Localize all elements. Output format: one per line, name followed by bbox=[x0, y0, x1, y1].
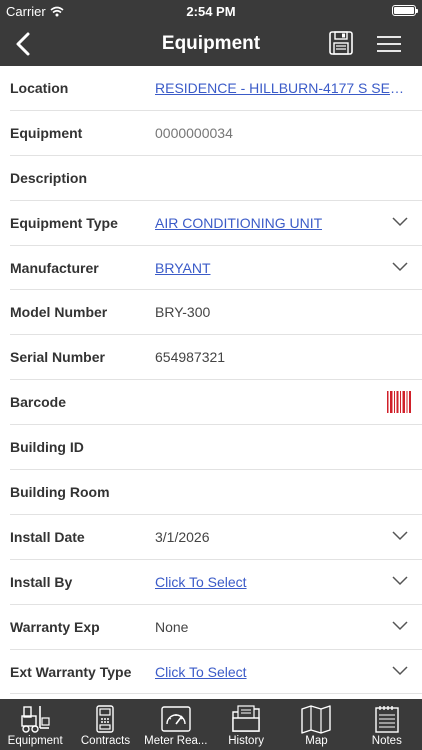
page-title: Equipment bbox=[161, 33, 261, 54]
tab-equipment[interactable]: Equipment bbox=[0, 699, 70, 750]
tab-meter-readings[interactable]: Meter Rea... bbox=[141, 699, 211, 750]
install-date-value[interactable]: 3/1/2026 bbox=[155, 529, 210, 545]
field-label: Building ID bbox=[10, 439, 84, 456]
tab-label: Meter Rea... bbox=[144, 735, 208, 747]
install-by-link[interactable]: Click To Select bbox=[155, 574, 247, 590]
tab-label: History bbox=[228, 735, 265, 747]
warranty-exp-value[interactable]: None bbox=[155, 619, 188, 635]
status-bar: Carrier 2:54 PM bbox=[0, 0, 422, 22]
map-icon bbox=[301, 705, 332, 734]
chevron-down-icon[interactable] bbox=[392, 261, 408, 273]
field-row-equipment-type[interactable]: Equipment Type AIR CONDITIONING UNIT bbox=[10, 201, 422, 246]
tab-contracts[interactable]: Contracts bbox=[70, 699, 140, 750]
battery-icon bbox=[392, 5, 418, 16]
field-row-description[interactable]: Description bbox=[10, 156, 422, 201]
field-row-building-id[interactable]: Building ID bbox=[10, 425, 422, 471]
field-row-manufacturer[interactable]: Manufacturer BRYANT bbox=[10, 246, 422, 291]
meter-gauge-icon bbox=[161, 706, 191, 732]
tab-history[interactable]: History bbox=[211, 699, 281, 750]
ext-warranty-type-link[interactable]: Click To Select bbox=[155, 664, 247, 680]
tab-label: Equipment bbox=[7, 735, 63, 747]
field-row-install-by[interactable]: Install By Click To Select bbox=[10, 560, 422, 605]
field-row-warranty-exp[interactable]: Warranty Exp None bbox=[10, 605, 422, 650]
chevron-down-icon[interactable] bbox=[392, 575, 408, 587]
field-row-install-date[interactable]: Install Date 3/1/2026 bbox=[10, 515, 422, 560]
tab-label: Notes bbox=[371, 735, 402, 747]
field-label: Barcode bbox=[10, 394, 67, 411]
chevron-down-icon[interactable] bbox=[392, 530, 408, 542]
chevron-down-icon[interactable] bbox=[392, 620, 408, 632]
field-row-building-room[interactable]: Building Room bbox=[10, 470, 422, 515]
chevron-down-icon[interactable] bbox=[392, 216, 408, 228]
field-label: Manufacturer bbox=[10, 259, 99, 276]
equipment-field-list: Location RESIDENCE - HILLBURN-4177 S SEC… bbox=[0, 66, 422, 699]
notepad-icon bbox=[375, 706, 399, 733]
tab-notes[interactable]: Notes bbox=[352, 699, 422, 750]
chevron-down-icon[interactable] bbox=[392, 665, 408, 677]
tab-bar: Equipment Contracts Meter Rea... History… bbox=[0, 699, 422, 750]
contract-machine-icon bbox=[96, 705, 115, 733]
field-label: Description bbox=[10, 169, 88, 186]
field-label: Equipment Type bbox=[10, 214, 118, 231]
tab-label: Contracts bbox=[80, 735, 131, 747]
field-label: Location bbox=[10, 80, 69, 96]
status-time: 2:54 PM bbox=[186, 4, 236, 19]
nav-bar: Equipment bbox=[0, 22, 422, 66]
folder-icon bbox=[232, 705, 260, 732]
field-label: Install Date bbox=[10, 528, 85, 545]
field-label: Warranty Exp bbox=[10, 618, 100, 635]
tab-label: Map bbox=[305, 735, 328, 747]
field-row-model-number[interactable]: Model Number BRY-300 bbox=[10, 290, 422, 336]
field-label: Equipment bbox=[10, 124, 83, 141]
equipment-type-link[interactable]: AIR CONDITIONING UNIT bbox=[155, 215, 322, 231]
field-label: Serial Number bbox=[10, 349, 105, 366]
field-row-ext-warranty-type[interactable]: Ext Warranty Type Click To Select bbox=[10, 650, 422, 695]
field-label: Building Room bbox=[10, 484, 110, 501]
forklift-icon bbox=[21, 706, 50, 733]
field-label: Model Number bbox=[10, 304, 108, 321]
field-row-equipment: Equipment 0000000034 bbox=[10, 111, 422, 156]
save-floppy-icon[interactable] bbox=[328, 30, 354, 56]
equipment-id-value: 0000000034 bbox=[155, 124, 233, 141]
serial-number-value[interactable]: 654987321 bbox=[155, 349, 225, 365]
barcode-scan-icon[interactable] bbox=[386, 390, 412, 414]
field-row-location[interactable]: Location RESIDENCE - HILLBURN-4177 S SEC… bbox=[10, 66, 422, 111]
location-link[interactable]: RESIDENCE - HILLBURN-4177 S SEC... bbox=[155, 80, 410, 96]
field-label: Ext Warranty Type bbox=[10, 663, 132, 680]
hamburger-menu-icon[interactable] bbox=[376, 34, 402, 54]
manufacturer-link[interactable]: BRYANT bbox=[155, 260, 211, 276]
battery-fill bbox=[394, 7, 414, 14]
field-row-serial-number[interactable]: Serial Number 654987321 bbox=[10, 335, 422, 381]
field-label: Install By bbox=[10, 573, 73, 590]
field-row-barcode[interactable]: Barcode bbox=[10, 380, 422, 426]
tab-map[interactable]: Map bbox=[281, 699, 351, 750]
model-number-value[interactable]: BRY-300 bbox=[155, 304, 210, 320]
